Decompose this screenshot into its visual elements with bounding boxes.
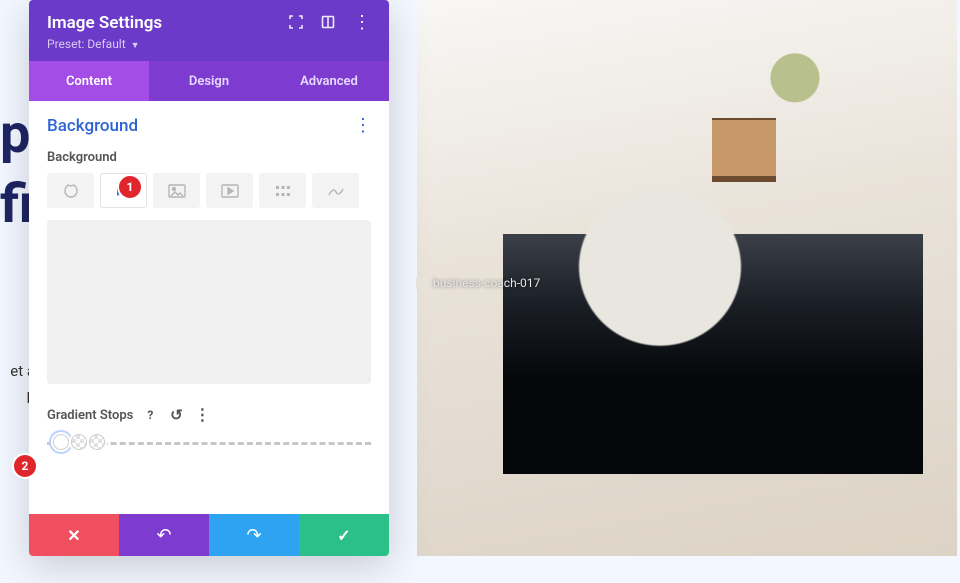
save-button[interactable]: ✓ xyxy=(299,514,389,556)
responsive-icon[interactable] xyxy=(321,14,335,33)
redo-icon: ↷ xyxy=(246,525,261,546)
gradient-stop-2[interactable] xyxy=(71,434,87,450)
gradient-stops-menu-icon[interactable]: ⋮ xyxy=(193,406,211,424)
tab-content[interactable]: Content xyxy=(29,61,149,101)
gradient-stop-1[interactable] xyxy=(53,434,69,450)
tab-advanced[interactable]: Advanced xyxy=(269,61,389,101)
undo-button[interactable]: ↶ xyxy=(119,514,209,556)
close-icon: ✕ xyxy=(67,526,80,545)
gradient-stop-3[interactable] xyxy=(89,434,105,450)
tab-design[interactable]: Design xyxy=(149,61,269,101)
panel-menu-icon[interactable]: ⋮ xyxy=(353,14,371,32)
bg-type-video[interactable] xyxy=(206,173,253,208)
preview-placeholder: business-coach-017 xyxy=(416,276,540,290)
panel-body: Background ⋮ Background xyxy=(29,101,389,514)
check-icon: ✓ xyxy=(337,526,350,545)
gradient-stops-label: Gradient Stops xyxy=(47,408,133,423)
panel-titlebar: Image Settings ⋮ Preset: Default ▼ xyxy=(29,0,389,61)
background-type-tabs xyxy=(47,173,371,208)
gradient-preview[interactable] xyxy=(47,220,371,384)
placeholder-square-icon xyxy=(416,278,427,289)
field-label-background: Background xyxy=(47,150,371,165)
annotation-marker-2: 2 xyxy=(14,455,36,477)
section-menu-icon[interactable]: ⋮ xyxy=(354,115,371,136)
tabs: Content Design Advanced xyxy=(29,61,389,101)
reset-icon[interactable]: ↺ xyxy=(167,406,185,424)
panel-title: Image Settings xyxy=(47,13,162,33)
bg-type-mask[interactable] xyxy=(312,173,359,208)
preset-label: Preset: Default xyxy=(47,37,126,51)
focus-icon[interactable] xyxy=(289,14,303,33)
bg-type-image[interactable] xyxy=(153,173,200,208)
preview-placeholder-label: business-coach-017 xyxy=(433,276,540,290)
bg-type-pattern[interactable] xyxy=(259,173,306,208)
section-title-background[interactable]: Background xyxy=(47,116,138,136)
redo-button[interactable]: ↷ xyxy=(209,514,299,556)
annotation-marker-1: 1 xyxy=(119,176,141,198)
chevron-down-icon: ▼ xyxy=(131,41,140,51)
action-bar: ✕ ↶ ↷ ✓ xyxy=(29,514,389,556)
background-cut-text-top: p fi xyxy=(0,100,30,240)
preset-dropdown[interactable]: Preset: Default ▼ xyxy=(47,37,371,51)
cancel-button[interactable]: ✕ xyxy=(29,514,119,556)
gradient-track[interactable] xyxy=(47,442,371,448)
bg-type-color[interactable] xyxy=(47,173,94,208)
help-icon[interactable]: ? xyxy=(141,406,159,424)
undo-icon: ↶ xyxy=(156,525,171,546)
settings-panel: Image Settings ⋮ Preset: Default ▼ xyxy=(29,0,389,556)
